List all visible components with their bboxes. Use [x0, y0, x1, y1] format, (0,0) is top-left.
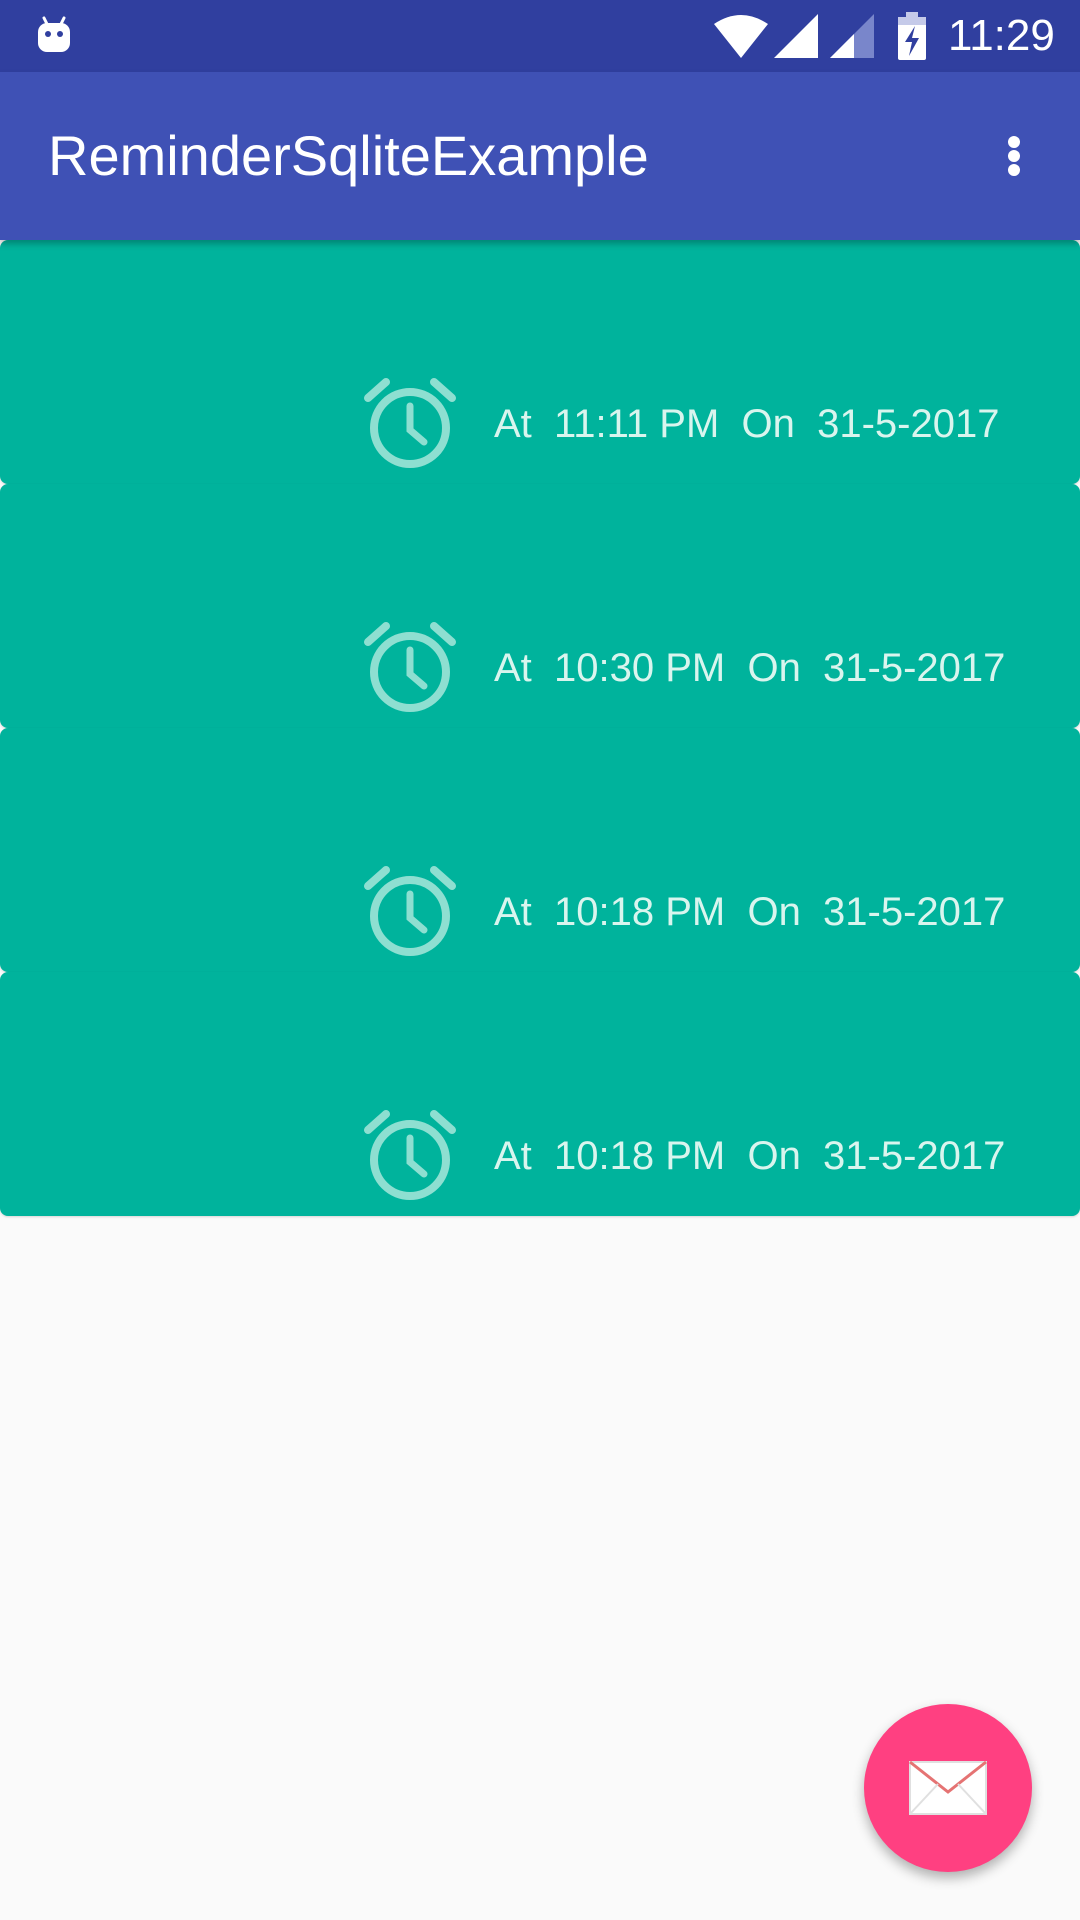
signal-icon	[830, 14, 874, 58]
app-title: ReminderSqliteExample	[48, 124, 649, 187]
alarm-icon	[364, 378, 456, 468]
reminder-card[interactable]: At 10:18 PM On 31-5-2017	[0, 972, 1080, 1216]
wifi-icon	[714, 15, 768, 58]
status-bar: 11:29	[0, 0, 1080, 72]
reminder-time-text: At 11:11 PM On 31-5-2017	[494, 402, 1000, 446]
reminder-card[interactable]: At 10:18 PM On 31-5-2017	[0, 728, 1080, 972]
android-notification-icon	[38, 16, 70, 52]
reminder-time-text: At 10:18 PM On 31-5-2017	[494, 1134, 1006, 1178]
reminder-card[interactable]: At 11:11 PM On 31-5-2017	[0, 240, 1080, 484]
alarm-icon	[364, 1110, 456, 1200]
alarm-icon	[364, 622, 456, 712]
reminder-time-text: At 10:18 PM On 31-5-2017	[494, 890, 1006, 934]
reminder-card[interactable]: At 10:30 PM On 31-5-2017	[0, 484, 1080, 728]
more-vert-icon[interactable]	[990, 128, 1038, 184]
app-bar: ReminderSqliteExample	[0, 72, 1080, 240]
signal-icon	[774, 14, 818, 58]
reminder-time-text: At 10:30 PM On 31-5-2017	[494, 646, 1006, 690]
compose-fab-button[interactable]	[864, 1704, 1032, 1872]
battery-charging-icon	[898, 12, 926, 60]
status-clock: 11:29	[948, 11, 1055, 60]
mail-icon	[909, 1760, 987, 1815]
reminder-list: At 11:11 PM On 31-5-2017 At 10:30 PM On …	[0, 240, 1080, 1216]
alarm-icon	[364, 866, 456, 956]
